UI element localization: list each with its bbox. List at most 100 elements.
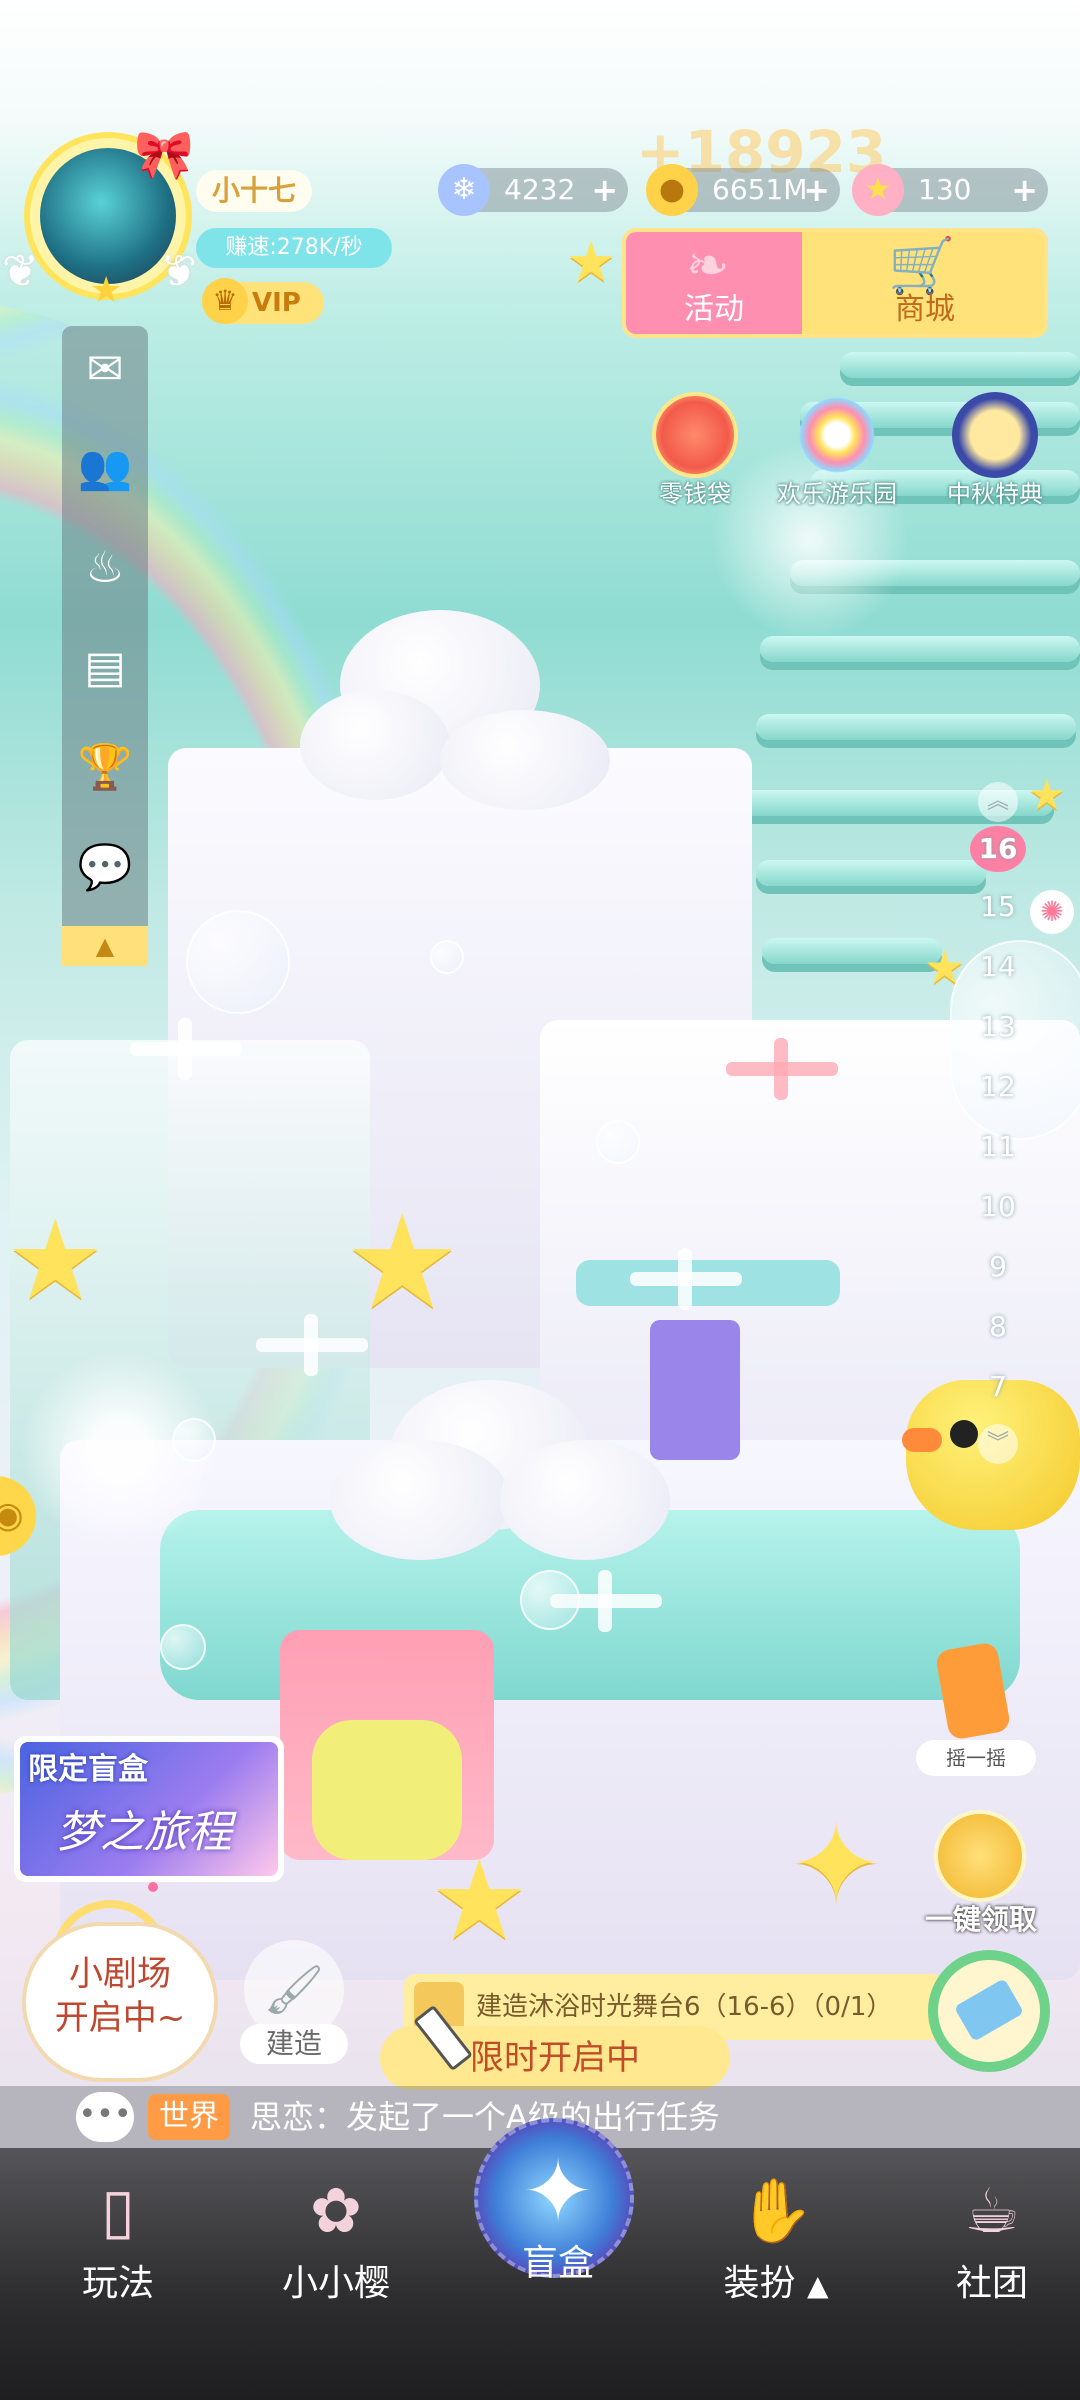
shop-label: 商城	[895, 292, 955, 327]
crown-icon: ♛	[202, 278, 248, 324]
star-icon: ★	[852, 164, 904, 216]
nav-play[interactable]: ▯ 玩法	[38, 2172, 198, 2306]
event-label: 中秋特典	[947, 480, 1043, 508]
build-slot-plus[interactable]	[626, 1244, 746, 1314]
activity-label: 活动	[684, 292, 744, 327]
bow-icon: 🎀	[134, 127, 194, 183]
cloud-decoration	[330, 1380, 670, 1560]
floor-item[interactable]: 8	[970, 1310, 1026, 1343]
pet-icon[interactable]: ♨	[75, 538, 135, 598]
floor-item[interactable]: 10	[970, 1190, 1026, 1223]
dressup-label: 装扮	[723, 2263, 796, 2304]
activity-button[interactable]: ❧ 活动	[626, 232, 802, 334]
scroll-up-icon[interactable]: ︽	[978, 782, 1018, 822]
friends-icon[interactable]: 👥	[75, 438, 135, 498]
page-dot	[148, 1882, 158, 1892]
trophy-icon[interactable]: 🏆	[75, 738, 135, 798]
cloud-decoration	[300, 600, 610, 810]
floor-item[interactable]: 11	[970, 1130, 1026, 1163]
nav-label: 社团	[955, 2263, 1028, 2304]
crystal-icon: ❄	[438, 164, 490, 216]
star-decoration: ★	[6, 1196, 105, 1324]
shake-button[interactable]: 摇一摇	[908, 1640, 1038, 1776]
floor-item[interactable]: 7	[970, 1370, 1026, 1403]
moon-icon	[952, 392, 1038, 478]
floor-item[interactable]: 9	[970, 1250, 1026, 1283]
banner-art: 限定盲盒 梦之旅程	[20, 1742, 278, 1892]
wing-icon: ❦	[160, 246, 197, 297]
crab-icon: ✺	[1030, 890, 1074, 934]
sakura-icon: ✿	[310, 2174, 362, 2247]
floor-current[interactable]: 16	[970, 826, 1026, 872]
vip-badge[interactable]: ♛ VIP	[202, 278, 324, 324]
collect-all-button[interactable]: 一键领取	[924, 1810, 1037, 1936]
nav-sakura[interactable]: ✿ 小小樱	[256, 2172, 416, 2306]
event-wallet[interactable]: 零钱袋	[630, 392, 760, 509]
resource-star[interactable]: ★ 130 +	[852, 164, 1048, 216]
event-amusement-park[interactable]: 欢乐游乐园	[772, 392, 902, 509]
resource-value: 6651M	[712, 173, 808, 206]
coin-icon: ●	[646, 164, 698, 216]
nav-label: 玩法	[81, 2263, 154, 2304]
resource-value: 130	[918, 173, 972, 206]
nav-dressup[interactable]: ✋ 装扮 ▲	[696, 2172, 856, 2306]
wing-icon: ❦	[2, 246, 39, 297]
collapse-menu-button[interactable]: ▲	[62, 926, 148, 966]
build-label: 建造	[240, 2024, 348, 2064]
resource-value: 4232	[504, 173, 576, 206]
floor-item[interactable]: 15	[970, 890, 1026, 923]
stair-step	[762, 938, 942, 964]
compass-flower-icon: ✦	[521, 2142, 595, 2242]
floor-item[interactable]: 13	[970, 1010, 1026, 1043]
plus-icon[interactable]: +	[591, 168, 618, 212]
floor-item[interactable]: 12	[970, 1070, 1026, 1103]
resource-coin[interactable]: ● 6651M +	[646, 164, 840, 216]
theater-line1: 小剧场	[69, 1954, 171, 1994]
star-decoration: ★	[1028, 770, 1066, 819]
duck-beak	[902, 1428, 942, 1452]
earn-speed: 赚速:278K/秒	[196, 228, 392, 268]
limited-blindbox-banner[interactable]: 限定盲盒 梦之旅程	[14, 1736, 284, 1892]
theater-button[interactable]: 小剧场 开启中~	[22, 1922, 218, 2082]
bubble-decoration	[160, 1624, 206, 1670]
notice-board-icon[interactable]: ▤	[75, 638, 135, 698]
duck-eye	[950, 1420, 978, 1448]
banner-title: 限定盲盒	[28, 1752, 148, 1787]
player-avatar[interactable]: 🎀 ❦ ❦ ★	[2, 127, 197, 311]
plus-icon[interactable]: +	[803, 168, 830, 212]
plus-icon[interactable]: +	[1011, 168, 1038, 212]
build-slot-plus[interactable]	[126, 1014, 246, 1084]
banner-subtitle: 梦之旅程	[56, 1807, 232, 1858]
bubble-decoration	[430, 940, 464, 974]
star-decoration: ✦	[790, 1800, 883, 1928]
chat-message: 思恋：发起了一个A级的出行任务	[250, 2098, 720, 2136]
chat-icon[interactable]: 💬	[75, 838, 135, 898]
shop-button[interactable]: 🛒 商城	[802, 232, 1044, 334]
nav-label: 装扮 ▲	[696, 2254, 856, 2306]
phone-shake-icon	[934, 1641, 1012, 1741]
nav-label: 小小樱	[281, 2263, 390, 2304]
chat-bubble-icon[interactable]: •••	[76, 2092, 134, 2142]
event-mid-autumn[interactable]: 中秋特典	[930, 392, 1060, 509]
stair-step	[756, 714, 1076, 740]
bottom-nav: ▯ 玩法 ✿ 小小樱 ✦ 盲盒 ✋ 装扮 ▲ ☕ 社团	[0, 2118, 1080, 2400]
build-button[interactable]: 🖌 建造	[240, 1940, 348, 2064]
bubble-decoration	[172, 1418, 216, 1462]
floor-item[interactable]: 14	[970, 950, 1026, 983]
nav-blindbox[interactable]: ✦ 盲盒	[474, 2118, 634, 2284]
nav-label: 盲盒	[521, 2243, 594, 2284]
nav-club[interactable]: ☕ 社团	[912, 2172, 1072, 2306]
teacup-icon: ☕	[964, 2174, 1020, 2247]
shake-label: 摇一摇	[916, 1740, 1036, 1776]
task-progress-ring[interactable]	[928, 1950, 1050, 2072]
vip-label: VIP	[252, 288, 301, 318]
resource-crystal[interactable]: ❄ 4232 +	[438, 164, 628, 216]
scroll-down-icon[interactable]: ︾	[978, 1424, 1018, 1464]
bubble-decoration	[596, 1120, 640, 1164]
theater-line2: 开启中~	[54, 1998, 186, 2038]
ferris-wheel-icon	[794, 392, 880, 478]
build-slot-plus[interactable]	[722, 1034, 842, 1104]
mail-icon[interactable]: ✉	[75, 340, 135, 400]
player-name: 小十七	[196, 170, 313, 212]
event-label: 零钱袋	[659, 480, 731, 508]
